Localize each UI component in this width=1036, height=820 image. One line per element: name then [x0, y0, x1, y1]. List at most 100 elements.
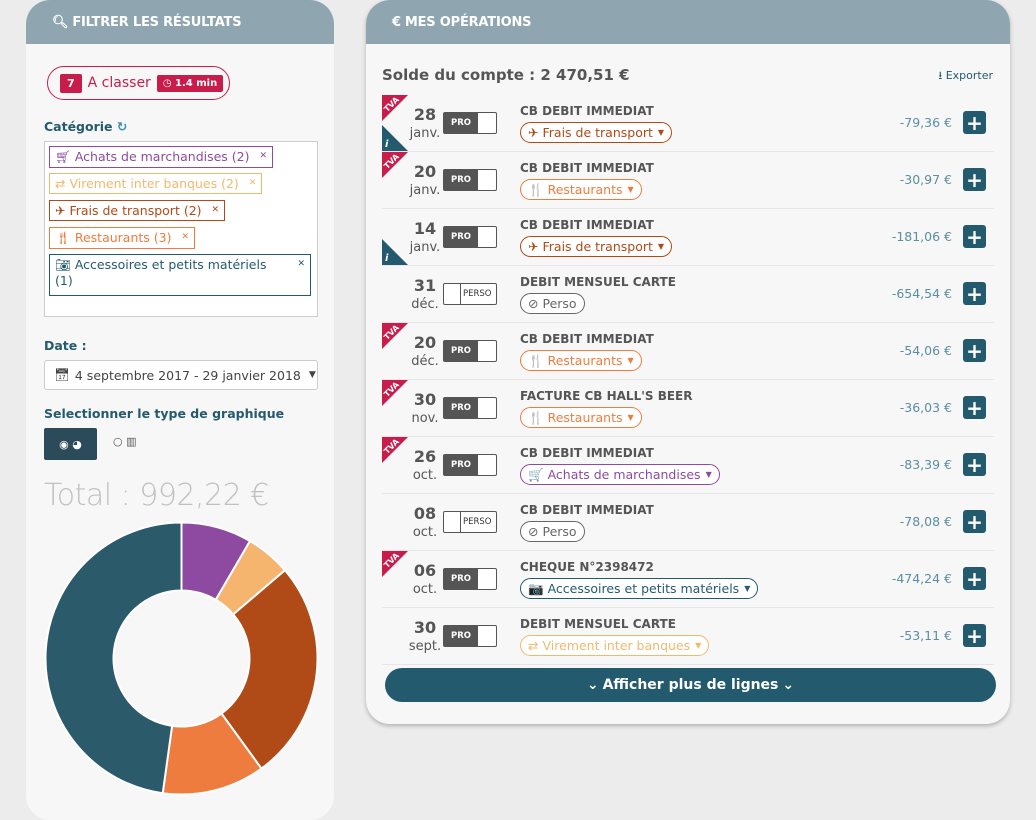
- operation-row[interactable]: TVA 26 oct. PRO CB DEBIT IMMEDIAT 🛒 Achats de …: [382, 437, 994, 494]
- tag-transport[interactable]: ✈ Frais de transport (2) ✕: [49, 200, 226, 221]
- category-icon: 🍴: [528, 352, 544, 368]
- category-name: Achats de marchandises: [547, 467, 701, 482]
- pro-perso-toggle[interactable]: PRO: [443, 226, 497, 248]
- add-icon[interactable]: +: [963, 168, 986, 191]
- operation-row[interactable]: TVA 30 nov. PRO FACTURE CB HALL'S BEER 🍴 Resta…: [382, 380, 994, 437]
- chevron-down-icon: ⌄: [782, 677, 795, 693]
- operation-row[interactable]: 08 oct. PERSO CB DEBIT IMMEDIAT ⊘ Perso -78,08…: [382, 494, 994, 551]
- remove-icon[interactable]: ✕: [249, 178, 257, 188]
- tag-virement[interactable]: ⇄ Virement inter banques (2) ✕: [49, 173, 263, 194]
- refresh-icon[interactable]: ↻: [117, 119, 127, 134]
- operation-row[interactable]: TVA 20 janv. PRO CB DEBIT IMMEDIAT 🍴 Restauran…: [382, 152, 994, 209]
- tag-accessoires[interactable]: 📷︎ Accessoires et petits matériels (1) ✕: [49, 254, 311, 296]
- toggle-label: PRO: [444, 626, 478, 646]
- tag-achats[interactable]: 🛒︎ Achats de marchandises (2) ✕: [49, 146, 274, 168]
- pro-perso-toggle[interactable]: PRO: [443, 340, 497, 362]
- caret-down-icon: ▼: [657, 128, 665, 137]
- add-icon[interactable]: +: [963, 339, 986, 362]
- add-icon[interactable]: +: [963, 624, 986, 647]
- category-select[interactable]: ⊘ Perso: [520, 521, 585, 542]
- toggle-label: PRO: [444, 455, 478, 475]
- date-range-picker[interactable]: 📅︎ 4 septembre 2017 - 29 janvier 2018 ▼: [44, 360, 318, 390]
- pro-perso-toggle[interactable]: PERSO: [443, 511, 497, 533]
- bar-chart-icon: ▥: [126, 435, 137, 448]
- operation-label: CB DEBIT IMMEDIAT: [520, 503, 654, 517]
- add-icon[interactable]: +: [963, 510, 986, 533]
- category-icon: ✈: [528, 125, 539, 140]
- operation-row[interactable]: 31 déc. PERSO DEBIT MENSUEL CARTE ⊘ Perso -654…: [382, 266, 994, 323]
- add-icon[interactable]: +: [963, 567, 986, 590]
- tag-label: Frais de transport (2): [69, 203, 202, 218]
- pro-perso-toggle[interactable]: PRO: [443, 625, 497, 647]
- to-classify-badge[interactable]: 7 A classer ◷ 1.4 min: [47, 66, 230, 100]
- to-classify-count: 7: [60, 73, 82, 93]
- caret-down-icon: ▼: [627, 185, 634, 194]
- category-name: Accessoires et petits matériels: [547, 581, 740, 596]
- pro-perso-toggle[interactable]: PRO: [443, 169, 497, 191]
- toggle-label: PERSO: [460, 284, 492, 304]
- time-badge: ◷ 1.4 min: [156, 74, 224, 92]
- to-classify-label: A classer: [87, 75, 151, 91]
- filter-panel-title: FILTRER LES RÉSULTATS: [72, 14, 242, 30]
- category-select[interactable]: ⇄ Virement inter banques ▼: [520, 635, 710, 656]
- category-name: Virement inter banques: [542, 638, 691, 653]
- radio-icon: ○: [113, 435, 127, 448]
- filter-panel: 🔍︎ FILTRER LES RÉSULTATS 7 A classer ◷ 1…: [26, 0, 334, 820]
- operation-label: CB DEBIT IMMEDIAT: [520, 446, 654, 460]
- category-multiselect[interactable]: 🛒︎ Achats de marchandises (2) ✕ ⇄ Viremen…: [44, 141, 318, 317]
- toggle-label: PRO: [444, 170, 478, 190]
- add-icon[interactable]: +: [963, 111, 986, 134]
- category-select[interactable]: 🍴 Restaurants ▼: [520, 350, 642, 371]
- pro-perso-toggle[interactable]: PRO: [443, 454, 497, 476]
- category-select[interactable]: 🍴 Restaurants ▼: [520, 407, 642, 428]
- calendar-icon: 📅︎: [54, 367, 70, 382]
- operation-row[interactable]: 30 sept. PRO DEBIT MENSUEL CARTE ⇄ Virement i…: [382, 608, 994, 665]
- donut-slice-4[interactable]: [44, 521, 183, 795]
- category-select[interactable]: ⊘ Perso: [520, 293, 585, 314]
- operations-panel-header: € MES OPÉRATIONS: [366, 0, 1010, 44]
- category-select[interactable]: 🍴 Restaurants ▼: [520, 179, 642, 200]
- pro-perso-toggle[interactable]: PRO: [443, 397, 497, 419]
- euro-icon: €: [392, 14, 401, 30]
- category-select[interactable]: ✈ Frais de transport ▼: [520, 236, 673, 257]
- category-label-text: Catégorie: [44, 119, 113, 134]
- operation-row[interactable]: TVA 20 déc. PRO CB DEBIT IMMEDIAT 🍴 Restaurant…: [382, 323, 994, 380]
- add-icon[interactable]: +: [963, 453, 986, 476]
- category-icon: 🛒: [528, 466, 544, 482]
- remove-icon[interactable]: ✕: [181, 232, 189, 242]
- category-select[interactable]: 📷 Accessoires et petits matériels ▼: [520, 578, 759, 599]
- category-select[interactable]: ✈ Frais de transport ▼: [520, 122, 673, 143]
- operation-row[interactable]: TVA 06 oct. PRO CHEQUE N°2398472 📷 Accessoires…: [382, 551, 994, 608]
- date-range-value: 4 septembre 2017 - 29 janvier 2018: [74, 367, 301, 383]
- remove-icon[interactable]: ✕: [212, 205, 220, 215]
- add-icon[interactable]: +: [963, 282, 986, 305]
- add-icon[interactable]: +: [963, 225, 986, 248]
- pie-chart-option[interactable]: ◉ ◕: [44, 428, 97, 460]
- bar-chart-option[interactable]: ○ ▥: [113, 435, 137, 448]
- pro-perso-toggle[interactable]: PERSO: [443, 283, 497, 305]
- operation-row[interactable]: i 14 janv. PRO CB DEBIT IMMEDIAT ✈ Frais de tr…: [382, 209, 994, 266]
- category-name: Frais de transport: [542, 125, 653, 140]
- remove-icon[interactable]: ✕: [260, 151, 268, 161]
- pie-chart-icon: ◕: [72, 437, 82, 451]
- pro-perso-toggle[interactable]: PRO: [443, 568, 497, 590]
- category-icon: ⊘: [528, 524, 539, 539]
- remove-icon[interactable]: ✕: [297, 259, 305, 269]
- export-link[interactable]: ⭳ Exporter: [938, 67, 993, 86]
- radio-checked-icon: ◉: [59, 437, 73, 451]
- show-more-button[interactable]: ⌄ Afficher plus de lignes ⌄: [385, 668, 996, 702]
- category-name: Restaurants: [547, 182, 623, 197]
- pro-perso-toggle[interactable]: PRO: [443, 112, 497, 134]
- operation-amount: -79,36 €: [899, 115, 952, 130]
- operation-row[interactable]: TVA i 28 janv. PRO CB DEBIT IMMEDIAT ✈ Frais de…: [382, 95, 994, 152]
- category-select[interactable]: 🛒 Achats de marchandises ▼: [520, 464, 720, 485]
- add-icon[interactable]: +: [963, 396, 986, 419]
- caret-down-icon: ▼: [705, 470, 712, 479]
- category-icon: ✈: [528, 239, 539, 254]
- transfer-icon: ⇄: [55, 176, 70, 191]
- tag-restaurants[interactable]: 🍴︎ Restaurants (3) ✕: [49, 227, 196, 249]
- total-amount: Total : 992,22 €: [44, 478, 269, 513]
- toggle-label: PRO: [444, 398, 478, 418]
- operation-amount: -54,06 €: [899, 343, 952, 358]
- category-label: Catégorie ↻: [44, 119, 127, 134]
